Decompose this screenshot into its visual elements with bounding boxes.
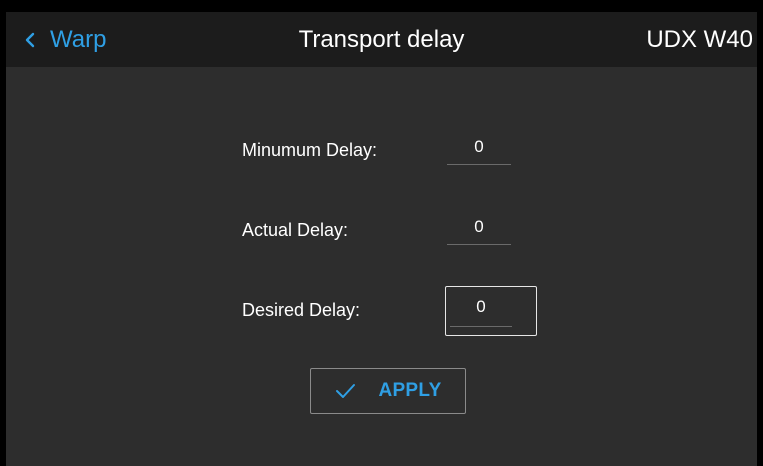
checkmark-icon <box>336 384 356 398</box>
desired-delay-underline <box>450 326 512 327</box>
desired-delay-value: 0 <box>476 297 486 316</box>
apply-button[interactable]: APPLY <box>310 368 466 414</box>
apply-label: APPLY <box>378 380 442 401</box>
device-name: UDX W40 <box>646 26 753 53</box>
header-bar: Warp Transport delay UDX W40 <box>6 12 757 67</box>
page-title: Transport delay <box>298 26 465 53</box>
desired-delay-input[interactable]: 0 <box>445 286 537 336</box>
actual-delay-value: 0 <box>447 214 511 245</box>
screen: Warp Transport delay UDX W40 Minumum Del… <box>6 12 757 466</box>
desired-delay-label: Desired Delay: <box>242 300 361 320</box>
minimum-delay-label: Minumum Delay: <box>242 140 378 160</box>
minimum-delay-value: 0 <box>447 134 511 165</box>
actual-delay-label: Actual Delay: <box>242 220 349 240</box>
